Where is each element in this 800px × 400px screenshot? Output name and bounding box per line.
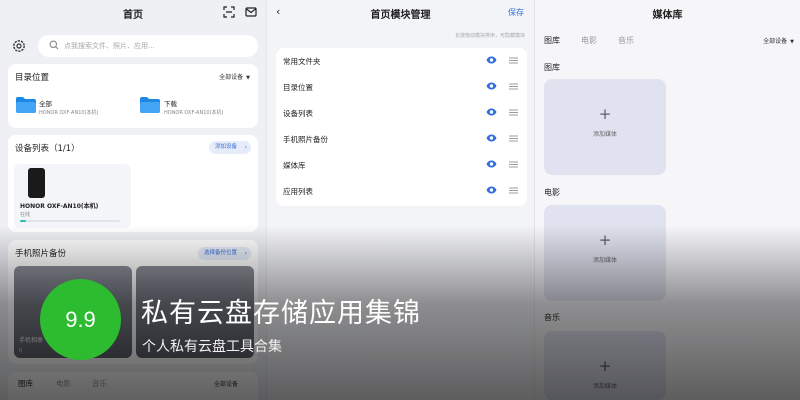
search-icon	[49, 40, 59, 50]
module-row[interactable]: 目录位置	[276, 74, 527, 100]
settings-gear-icon[interactable]	[11, 38, 27, 54]
select-backup-location-label: 选择备份位置	[203, 250, 237, 256]
eye-icon[interactable]	[486, 186, 497, 194]
directory-card-title: 目录位置	[15, 73, 50, 83]
media-title: 媒体库	[652, 10, 683, 21]
sort-hint: 长按拖动模块排序，可隐藏模块	[454, 33, 525, 39]
add-device-button[interactable]: 添加设备 ›	[208, 141, 251, 154]
directory-card: 目录位置 全部设备 ▼ 全部 HONOR OXF-AN10(本机) 下载 HONO…	[8, 64, 258, 128]
backup-album-label: 手机相册	[19, 337, 44, 344]
module-label: 应用列表	[283, 187, 313, 196]
device-filter[interactable]: 全部设备 ▼	[763, 36, 794, 45]
search-bar[interactable]	[38, 35, 258, 57]
add-media-label: 添加媒体	[592, 383, 617, 390]
module-topbar: ‹ 首页模块管理 保存	[267, 0, 534, 26]
eye-icon[interactable]	[486, 82, 497, 90]
eye-icon[interactable]	[486, 108, 497, 116]
module-row[interactable]: 应用列表	[276, 178, 527, 204]
drag-handle-icon[interactable]	[509, 57, 518, 64]
eye-icon[interactable]	[486, 56, 497, 64]
device-tile[interactable]: HONOR OXF-AN10(本机) 在线	[14, 164, 131, 228]
section-title: 电影	[544, 188, 560, 197]
tab-music[interactable]: 音乐	[618, 35, 634, 46]
tab-movies[interactable]: 电影	[56, 378, 71, 389]
storage-usage-bar	[20, 220, 120, 222]
score-badge: 9.9	[40, 279, 121, 360]
photo-backup-title: 手机照片备份	[15, 249, 67, 259]
folder-device: HONOR OXF-AN10(本机)	[164, 110, 224, 116]
storage-usage-fill	[20, 220, 26, 222]
eye-icon[interactable]	[486, 134, 497, 142]
module-label: 媒体库	[283, 161, 306, 170]
module-row[interactable]: 常用文件夹	[276, 48, 527, 74]
device-name: HONOR OXF-AN10(本机)	[20, 203, 99, 210]
chevron-down-icon: ▼	[790, 39, 794, 45]
module-list: 常用文件夹 目录位置 设备列表 手机照片备份 媒体库 应用列表	[276, 48, 527, 206]
add-media-tile[interactable]: + 添加媒体	[544, 331, 666, 400]
module-label: 常用文件夹	[283, 57, 321, 66]
tab-gallery[interactable]: 图库	[18, 378, 33, 389]
drag-handle-icon[interactable]	[509, 187, 518, 194]
module-label: 目录位置	[283, 83, 313, 92]
tab-movies[interactable]: 电影	[581, 35, 597, 46]
tab-gallery[interactable]: 图库	[544, 35, 560, 46]
mail-icon[interactable]	[245, 6, 257, 18]
section-title: 音乐	[544, 313, 560, 322]
chevron-right-icon: ›	[244, 144, 247, 151]
banner-subtitle: 个人私有云盘工具合集	[142, 339, 282, 355]
device-status: 在线	[20, 212, 31, 218]
folder-name[interactable]: 下载	[164, 98, 177, 108]
add-device-label: 添加设备	[214, 144, 237, 150]
media-library-panel: 媒体库 图库 电影 音乐 全部设备 ▼ 图库 + 添加媒体 电影 + 添加媒体 音…	[534, 0, 800, 400]
banner-title: 私有云盘存储应用集锦	[141, 298, 421, 329]
drag-handle-icon[interactable]	[509, 161, 518, 168]
device-filter-label: 全部设备	[763, 38, 788, 45]
folder-device: HONOR OXF-AN10(本机)	[39, 110, 99, 116]
module-manager-panel: ‹ 首页模块管理 保存 长按拖动模块排序，可隐藏模块 常用文件夹 目录位置 设备…	[266, 0, 534, 400]
drag-handle-icon[interactable]	[509, 83, 518, 90]
folder-name[interactable]: 全部	[39, 98, 52, 108]
module-label: 手机照片备份	[283, 135, 328, 144]
media-tabs: 图库 电影 音乐 全部设备 ▼	[544, 35, 794, 49]
add-media-tile[interactable]: + 添加媒体	[544, 79, 666, 175]
add-media-tile[interactable]: + 添加媒体	[544, 205, 666, 301]
plus-icon: +	[598, 105, 612, 123]
select-backup-location-button[interactable]: 选择备份位置 ›	[197, 247, 251, 260]
eye-icon[interactable]	[486, 160, 497, 168]
media-tabs-preview: 图库 电影 音乐 全部设备	[8, 372, 258, 400]
module-title: 首页模块管理	[370, 10, 431, 21]
module-label: 设备列表	[283, 109, 313, 118]
scan-icon[interactable]	[223, 6, 235, 18]
score-value: 9.9	[65, 306, 96, 332]
add-media-label: 添加媒体	[592, 257, 617, 264]
media-topbar: 媒体库	[535, 0, 800, 26]
chevron-right-icon: ›	[244, 250, 247, 257]
folder-icon	[16, 97, 36, 113]
device-list-title: 设备列表（1/1）	[15, 144, 80, 154]
home-topbar: 首页	[0, 0, 266, 26]
module-row[interactable]: 媒体库	[276, 152, 527, 178]
section-title: 图库	[544, 63, 560, 72]
drag-handle-icon[interactable]	[509, 109, 518, 116]
tab-music[interactable]: 音乐	[92, 378, 107, 389]
search-input[interactable]	[64, 39, 244, 53]
device-filter-label[interactable]: 全部设备	[214, 379, 238, 388]
phone-icon	[28, 168, 45, 198]
plus-icon: +	[598, 231, 612, 249]
module-row[interactable]: 手机照片备份	[276, 126, 527, 152]
drag-handle-icon[interactable]	[509, 135, 518, 142]
backup-album-count: 0	[19, 348, 23, 354]
device-filter[interactable]: 全部设备 ▼	[219, 72, 250, 81]
device-filter-label: 全部设备	[219, 74, 244, 81]
add-media-label: 添加媒体	[592, 131, 617, 138]
plus-icon: +	[598, 357, 612, 375]
folder-icon	[140, 97, 160, 113]
module-row[interactable]: 设备列表	[276, 100, 527, 126]
chevron-down-icon: ▼	[246, 75, 250, 81]
save-button[interactable]: 保存	[508, 7, 524, 18]
